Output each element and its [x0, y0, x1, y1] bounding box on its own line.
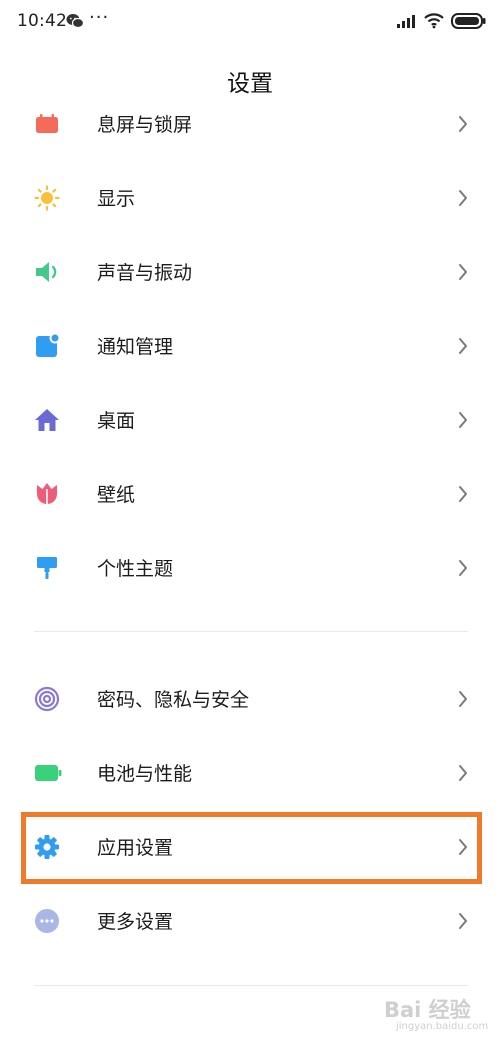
setting-label: 壁纸	[97, 484, 136, 506]
chevron-right-icon	[459, 560, 467, 576]
setting-row-sound[interactable]: 声音与振动	[0, 234, 500, 308]
battery-status-icon	[451, 13, 486, 29]
setting-row-battery[interactable]: 电池与性能	[0, 735, 500, 809]
chevron-right-icon	[459, 190, 467, 206]
setting-row-display[interactable]: 显示	[0, 160, 500, 234]
more-notifications-icon: ···	[89, 7, 110, 28]
chevron-right-icon	[459, 264, 467, 280]
chevron-right-icon	[459, 338, 467, 354]
wechat-icon	[66, 14, 84, 29]
section-divider	[34, 631, 468, 632]
setting-row-wallpaper[interactable]: 壁纸	[0, 456, 500, 530]
speaker-icon	[36, 262, 57, 282]
paint-roller-icon	[37, 557, 57, 579]
watermark-url: jingyan.baidu.com	[396, 1021, 489, 1032]
chevron-right-icon	[459, 412, 467, 428]
chevron-right-icon	[459, 116, 467, 132]
status-bar: 10:42 ···	[0, 0, 500, 42]
signal-icon	[397, 15, 415, 28]
fingerprint-icon	[34, 686, 60, 712]
status-time: 10:42	[17, 11, 67, 31]
more-icon	[35, 909, 59, 933]
setting-label: 更多设置	[97, 911, 174, 933]
setting-label: 密码、隐私与安全	[97, 689, 250, 711]
highlight-box	[21, 812, 482, 884]
setting-label: 通知管理	[97, 336, 174, 358]
setting-label: 显示	[97, 188, 136, 210]
chevron-right-icon	[459, 913, 467, 929]
setting-row-themes[interactable]: 个性主题	[0, 530, 500, 604]
setting-label: 声音与振动	[97, 262, 193, 284]
setting-row-lockscreen[interactable]: 息屏与锁屏	[0, 86, 500, 160]
chevron-right-icon	[459, 691, 467, 707]
setting-label: 个性主题	[97, 558, 174, 580]
setting-label: 电池与性能	[97, 763, 193, 785]
notification-icon	[36, 333, 60, 357]
section-divider	[34, 985, 468, 986]
setting-row-notifications[interactable]: 通知管理	[0, 308, 500, 382]
setting-row-more[interactable]: 更多设置	[0, 883, 500, 957]
setting-row-home-screen[interactable]: 桌面	[0, 382, 500, 456]
lockscreen-icon	[36, 114, 58, 133]
home-icon	[35, 409, 59, 431]
chevron-right-icon	[459, 765, 467, 781]
setting-label: 桌面	[97, 410, 136, 432]
watermark-logo: Bai 经验	[384, 998, 471, 1022]
chevron-right-icon	[459, 486, 467, 502]
setting-row-privacy[interactable]: 密码、隐私与安全	[0, 661, 500, 735]
battery-icon	[35, 765, 62, 781]
wifi-icon	[424, 13, 444, 29]
setting-label: 息屏与锁屏	[97, 114, 193, 136]
tulip-icon	[37, 483, 57, 504]
sun-icon	[34, 185, 60, 211]
watermark: Bai 经验 jingyan.baidu.com	[384, 994, 494, 1038]
